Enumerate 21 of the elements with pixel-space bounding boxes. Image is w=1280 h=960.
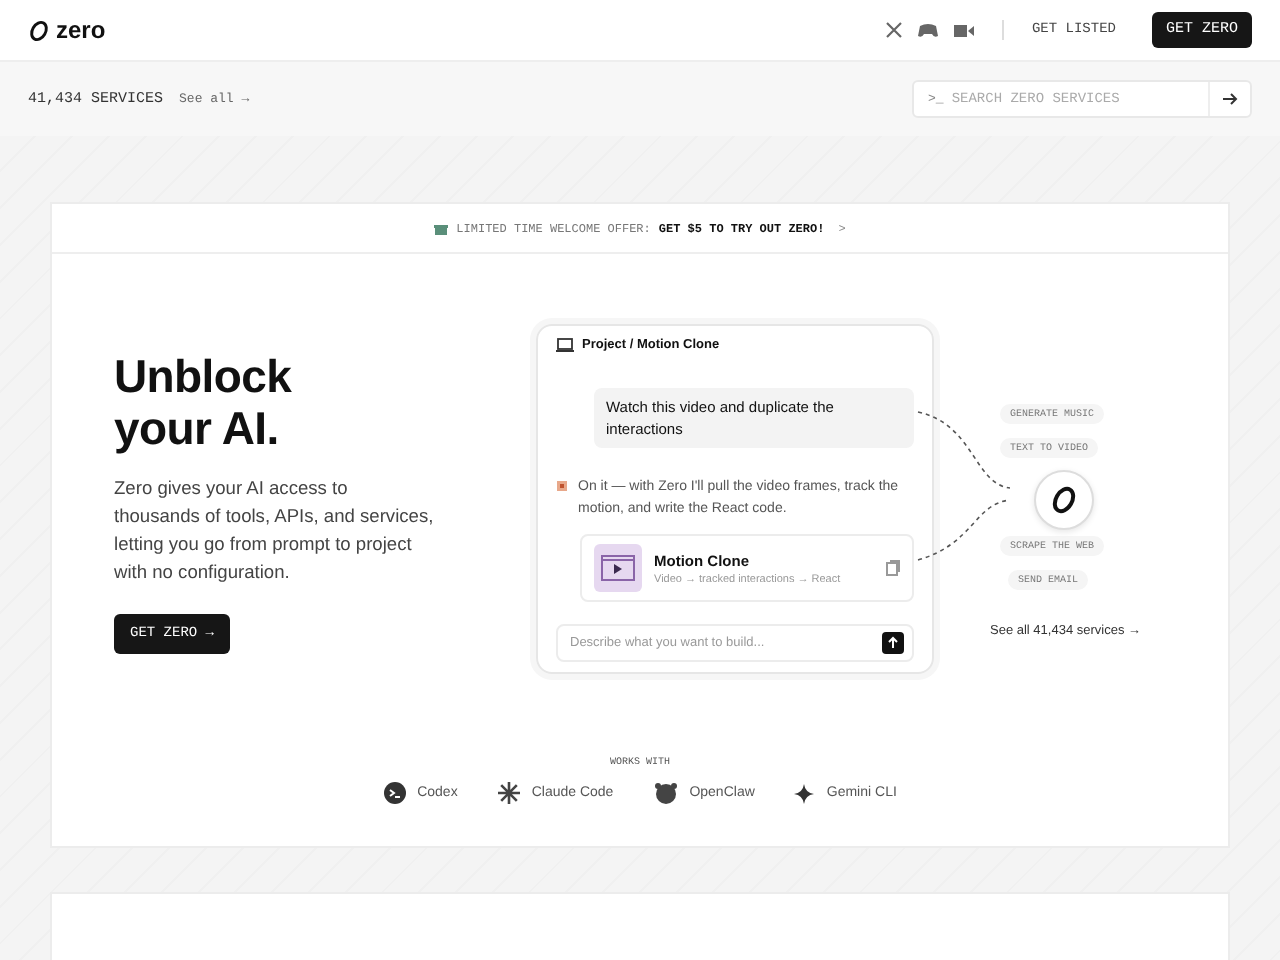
gamepad-icon[interactable] [917,22,938,38]
copy-icon[interactable] [886,560,900,576]
starburst-icon [497,782,520,804]
connector-line [917,411,1011,489]
hub-icon [1034,470,1094,530]
hero-text: Zero gives your AI access to thousands of tools, APIs, and services, letting you go from prompt to project with no configuration. [114,476,434,586]
connector-line [917,499,1011,561]
video-thumbnail-icon [594,544,642,592]
gift-icon [434,221,449,235]
terminal-icon [383,782,406,804]
sparkle-icon [794,783,815,803]
asterisk-icon [556,480,568,492]
x-icon[interactable] [885,22,902,38]
video-icon[interactable] [953,23,974,37]
send-button[interactable] [882,632,904,654]
logo-text: zero [56,16,106,44]
creature-icon [653,782,678,804]
laptop-icon [556,338,574,352]
hero-title: Unblock your AI. [114,350,294,454]
logo-icon [28,19,50,41]
logo[interactable]: zero [28,16,106,44]
